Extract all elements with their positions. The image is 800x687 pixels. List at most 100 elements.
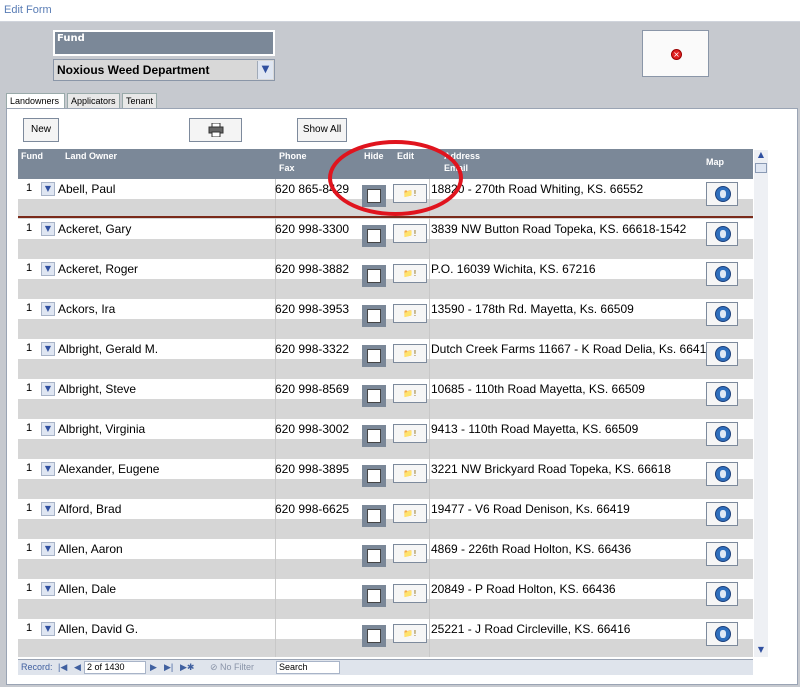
hide-checkbox[interactable] (367, 269, 381, 283)
show-all-button[interactable]: Show All (297, 118, 347, 142)
hide-checkbox[interactable] (367, 509, 381, 523)
table-row[interactable]: 1 ▼ Ackeret, Roger 620 998-3882 📁! P.O. 16039… (18, 259, 753, 299)
edit-button[interactable]: 📁! (393, 384, 427, 403)
row-phone[interactable]: 620 998-3895 (275, 462, 349, 476)
chevron-down-icon[interactable]: ▼ (41, 342, 55, 356)
first-record-icon[interactable]: |◀ (58, 662, 67, 673)
hide-checkbox[interactable] (367, 349, 381, 363)
table-row[interactable]: 1 ▼ Albright, Gerald M. 620 998-3322 📁! Dutch… (18, 339, 753, 379)
chevron-down-icon[interactable]: ▼ (41, 582, 55, 596)
edit-button[interactable]: 📁! (393, 504, 427, 523)
row-phone[interactable]: 620 998-3300 (275, 222, 349, 236)
chevron-down-icon[interactable]: ▼ (41, 462, 55, 476)
filter-indicator[interactable]: ⊘ No Filter (210, 662, 254, 673)
table-row[interactable]: 1 ▼ Ackors, Ira 620 998-3953 📁! 13590 - 178th… (18, 299, 753, 339)
row-address[interactable]: 25221 - J Road Circleville, KS. 66416 (431, 622, 707, 636)
map-button[interactable] (706, 622, 738, 646)
table-row[interactable]: 1 ▼ Abell, Paul 620 865-8429 📁! 18820 - 270th… (18, 179, 753, 219)
row-land-owner[interactable]: Ackeret, Gary (58, 222, 131, 236)
row-land-owner[interactable]: Ackeret, Roger (58, 262, 138, 276)
map-button[interactable] (706, 502, 738, 526)
hide-checkbox[interactable] (367, 549, 381, 563)
search-input[interactable]: Search (276, 661, 340, 674)
row-phone[interactable]: 620 998-3322 (275, 342, 349, 356)
chevron-down-icon[interactable]: ▼ (41, 262, 55, 276)
tab-applicators[interactable]: Applicators (67, 93, 120, 109)
row-land-owner[interactable]: Alexander, Eugene (58, 462, 159, 476)
chevron-down-icon[interactable]: ▼ (41, 382, 55, 396)
row-phone[interactable]: 620 998-3882 (275, 262, 349, 276)
map-button[interactable] (706, 342, 738, 366)
row-phone[interactable]: 620 998-3953 (275, 302, 349, 316)
row-phone[interactable]: 620 865-8429 (275, 182, 349, 196)
row-address[interactable]: 19477 - V6 Road Denison, Ks. 66419 (431, 502, 707, 516)
row-land-owner[interactable]: Allen, Aaron (58, 542, 123, 556)
chevron-down-icon[interactable]: ▼ (41, 622, 55, 636)
row-address[interactable]: 18820 - 270th Road Whiting, KS. 66552 (431, 182, 707, 196)
table-row[interactable]: 1 ▼ Alford, Brad 620 998-6625 📁! 19477 - V6 R… (18, 499, 753, 539)
chevron-down-icon[interactable]: ▼ (41, 502, 55, 516)
row-land-owner[interactable]: Allen, Dale (58, 582, 116, 596)
row-address[interactable]: 3839 NW Button Road Topeka, KS. 66618-15… (431, 222, 707, 236)
map-button[interactable] (706, 182, 738, 206)
table-row[interactable]: 1 ▼ Albright, Virginia 620 998-3002 📁! 9413 -… (18, 419, 753, 459)
edit-button[interactable]: 📁! (393, 624, 427, 643)
row-land-owner[interactable]: Abell, Paul (58, 182, 115, 196)
vertical-scrollbar[interactable]: ▲ ▼ (754, 150, 768, 657)
map-button[interactable] (706, 302, 738, 326)
table-row[interactable]: 1 ▼ Albright, Steve 620 998-8569 📁! 10685 - 1… (18, 379, 753, 419)
next-record-icon[interactable]: ▶ (150, 662, 157, 673)
chevron-down-icon[interactable]: ▼ (41, 422, 55, 436)
fund-select[interactable]: Noxious Weed Department ▼ (53, 59, 275, 81)
edit-button[interactable]: 📁! (393, 424, 427, 443)
row-address[interactable]: 3221 NW Brickyard Road Topeka, KS. 66618 (431, 462, 707, 476)
chevron-down-icon[interactable]: ▼ (41, 542, 55, 556)
map-button[interactable] (706, 582, 738, 606)
row-address[interactable]: 10685 - 110th Road Mayetta, KS. 66509 (431, 382, 707, 396)
new-button[interactable]: New (23, 118, 59, 142)
chevron-down-icon[interactable]: ▼ (41, 182, 55, 196)
edit-button[interactable]: 📁! (393, 224, 427, 243)
edit-button[interactable]: 📁! (393, 464, 427, 483)
table-row[interactable]: 1 ▼ Allen, Dale 📁! 20849 - P Road Holton, KS… (18, 579, 753, 619)
phone-cell[interactable] (275, 539, 360, 579)
close-button[interactable]: × (642, 30, 709, 77)
record-position-field[interactable]: 2 of 1430 (84, 661, 146, 674)
hide-checkbox[interactable] (367, 629, 381, 643)
row-land-owner[interactable]: Albright, Virginia (58, 422, 145, 436)
edit-button[interactable]: 📁! (393, 544, 427, 563)
map-button[interactable] (706, 382, 738, 406)
hide-checkbox[interactable] (367, 309, 381, 323)
phone-cell[interactable] (275, 619, 360, 657)
hide-checkbox[interactable] (367, 469, 381, 483)
map-button[interactable] (706, 222, 738, 246)
row-address[interactable]: Dutch Creek Farms 11667 - K Road Delia, … (431, 342, 707, 356)
row-land-owner[interactable]: Ackors, Ira (58, 302, 115, 316)
last-record-icon[interactable]: ▶| (164, 662, 173, 673)
row-land-owner[interactable]: Albright, Steve (58, 382, 136, 396)
row-land-owner[interactable]: Allen, David G. (58, 622, 138, 636)
row-address[interactable]: 9413 - 110th Road Mayetta, KS. 66509 (431, 422, 707, 436)
edit-button[interactable]: 📁! (393, 184, 427, 203)
previous-record-icon[interactable]: ◀ (74, 662, 81, 673)
table-row[interactable]: 1 ▼ Allen, David G. 📁! 25221 - J Road Circle… (18, 619, 753, 657)
row-phone[interactable]: 620 998-8569 (275, 382, 349, 396)
map-button[interactable] (706, 542, 738, 566)
edit-button[interactable]: 📁! (393, 264, 427, 283)
scroll-up-icon[interactable]: ▲ (754, 150, 768, 162)
edit-button[interactable]: 📁! (393, 304, 427, 323)
row-address[interactable]: P.O. 16039 Wichita, KS. 67216 (431, 262, 707, 276)
tab-tenant[interactable]: Tenant (122, 93, 157, 109)
hide-checkbox[interactable] (367, 229, 381, 243)
phone-cell[interactable] (275, 579, 360, 619)
scroll-down-icon[interactable]: ▼ (754, 645, 768, 657)
row-land-owner[interactable]: Alford, Brad (58, 502, 121, 516)
row-phone[interactable]: 620 998-6625 (275, 502, 349, 516)
map-button[interactable] (706, 262, 738, 286)
row-land-owner[interactable]: Albright, Gerald M. (58, 342, 158, 356)
chevron-down-icon[interactable]: ▼ (41, 302, 55, 316)
row-address[interactable]: 13590 - 178th Rd. Mayetta, Ks. 66509 (431, 302, 707, 316)
row-address[interactable]: 4869 - 226th Road Holton, KS. 66436 (431, 542, 707, 556)
table-row[interactable]: 1 ▼ Alexander, Eugene 620 998-3895 📁! 3221 NW… (18, 459, 753, 499)
edit-button[interactable]: 📁! (393, 584, 427, 603)
